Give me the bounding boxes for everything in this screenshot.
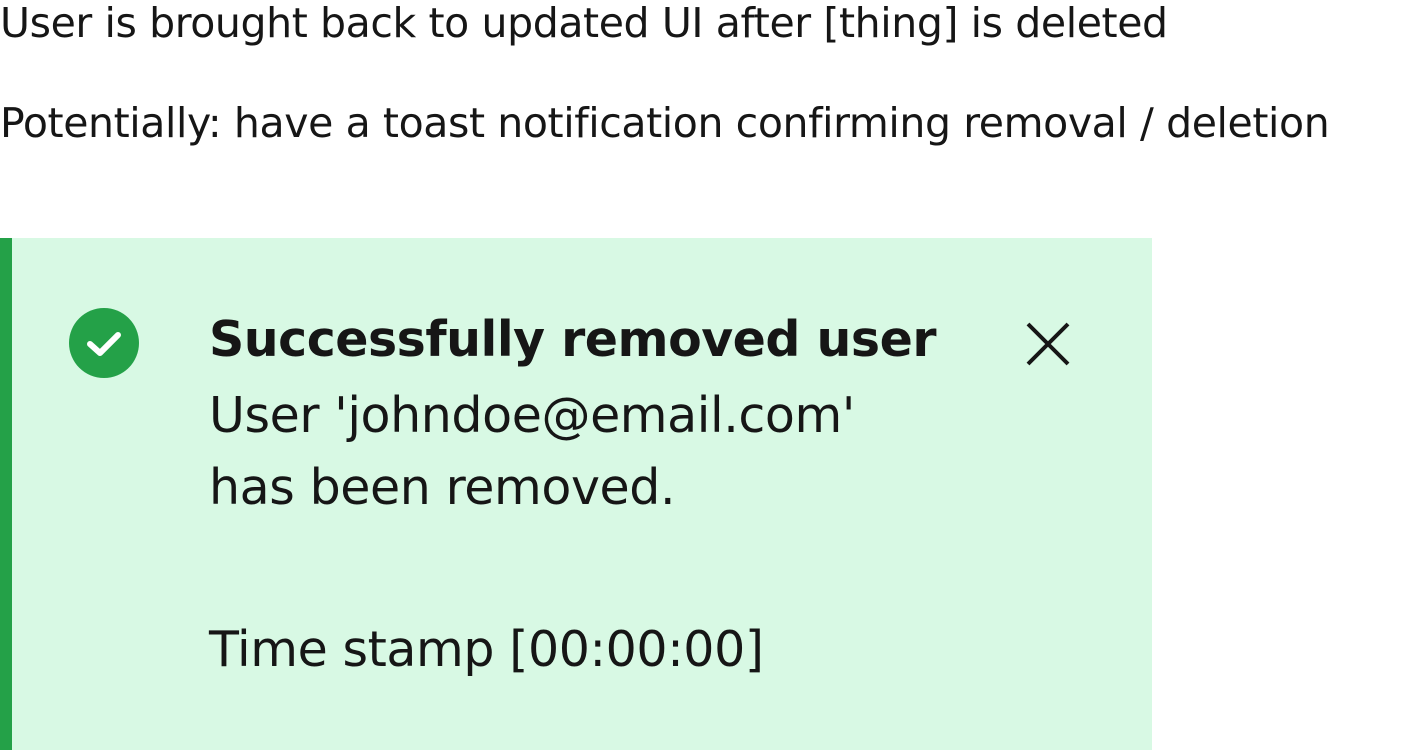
checkmark-filled-icon [69, 308, 139, 378]
toast-title: Successfully removed user [209, 311, 937, 368]
toast-message: User 'johndoe@email.com' has been remove… [209, 387, 855, 516]
toast-timestamp: Time stamp [00:00:00] [209, 621, 764, 678]
annotation-note-2: Potentially: have a toast notification c… [0, 99, 1330, 147]
close-button[interactable] [1020, 316, 1076, 372]
success-toast-notification: Successfully removed user User 'johndoe@… [0, 238, 1152, 750]
close-icon [1020, 316, 1076, 372]
annotation-note-1: User is brought back to updated UI after… [0, 0, 1168, 47]
